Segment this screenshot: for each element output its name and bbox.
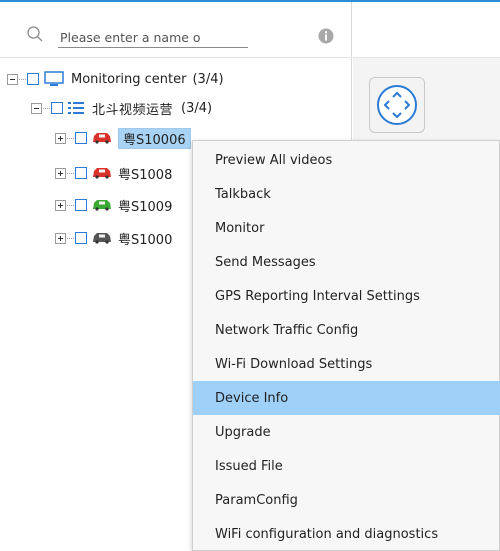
tree-node-root[interactable]: Monitoring center (3/4) xyxy=(7,68,224,90)
tree-connector xyxy=(67,172,74,174)
menu-item-upgrade[interactable]: Upgrade xyxy=(193,415,500,449)
menu-item-send-messages[interactable]: Send Messages xyxy=(193,245,500,279)
search-icon[interactable] xyxy=(27,26,43,42)
menu-item-issued-file[interactable]: Issued File xyxy=(193,449,500,483)
root-label: Monitoring center xyxy=(71,71,187,87)
vehicle-checkbox[interactable] xyxy=(75,132,87,144)
vehicle-checkbox[interactable] xyxy=(75,167,87,179)
group-checkbox[interactable] xyxy=(51,102,63,114)
vehicle-label[interactable]: 粤S1009 xyxy=(118,196,172,215)
tree-node-group[interactable]: 北斗视频运营 (3/4) xyxy=(31,97,212,119)
ptz-direction-icon xyxy=(377,85,417,125)
expand-toggle[interactable] xyxy=(55,199,66,211)
car-icon xyxy=(93,168,111,179)
menu-item-gps-interval[interactable]: GPS Reporting Interval Settings xyxy=(193,279,500,313)
tree-connector xyxy=(43,107,50,109)
tree-connector xyxy=(67,237,74,239)
root-checkbox[interactable] xyxy=(27,73,39,85)
menu-item-monitor[interactable]: Monitor xyxy=(193,211,500,245)
monitor-icon xyxy=(44,71,64,86)
menu-item-preview-all-videos[interactable]: Preview All videos xyxy=(193,143,500,177)
vehicle-label[interactable]: 粤S1000 xyxy=(118,229,172,248)
list-icon xyxy=(68,102,84,114)
tree-connector xyxy=(67,204,74,206)
search-input[interactable] xyxy=(58,28,248,48)
expand-toggle[interactable] xyxy=(55,132,66,144)
video-area-header xyxy=(353,2,500,58)
tree-connector xyxy=(67,137,74,139)
ptz-control-button[interactable] xyxy=(369,77,425,133)
menu-item-param-config[interactable]: ParamConfig xyxy=(193,483,500,517)
tree-node-vehicle[interactable]: 粤S1008 xyxy=(55,162,172,184)
search-bar xyxy=(0,2,352,58)
menu-item-network-traffic[interactable]: Network Traffic Config xyxy=(193,313,500,347)
menu-item-device-info[interactable]: Device Info xyxy=(193,381,500,415)
expand-toggle[interactable] xyxy=(55,232,66,244)
vehicle-label[interactable]: 粤S1008 xyxy=(118,164,172,183)
car-icon xyxy=(93,200,111,211)
context-menu: Preview All videos Talkback Monitor Send… xyxy=(192,140,500,551)
tree-node-vehicle[interactable]: 粤S1000 xyxy=(55,227,172,249)
vehicle-label[interactable]: 粤S10006 xyxy=(118,127,191,149)
collapse-toggle[interactable] xyxy=(31,102,42,114)
vehicle-checkbox[interactable] xyxy=(75,199,87,211)
tree-node-vehicle[interactable]: 粤S10006 xyxy=(55,127,191,149)
group-label: 北斗视频运营 xyxy=(92,102,174,118)
tree-node-vehicle[interactable]: 粤S1009 xyxy=(55,194,172,216)
expand-toggle[interactable] xyxy=(55,167,66,179)
tree-connector xyxy=(19,78,26,80)
vehicle-checkbox[interactable] xyxy=(75,232,87,244)
menu-item-talkback[interactable]: Talkback xyxy=(193,177,500,211)
menu-item-wifi-diagnostics[interactable]: WiFi configuration and diagnostics xyxy=(193,517,500,551)
menu-item-wifi-download[interactable]: Wi-Fi Download Settings xyxy=(193,347,500,381)
car-icon xyxy=(93,233,111,244)
collapse-toggle[interactable] xyxy=(7,73,18,85)
group-count: (3/4) xyxy=(181,100,213,116)
root-count: (3/4) xyxy=(192,71,224,87)
info-icon[interactable] xyxy=(318,28,334,44)
car-icon xyxy=(93,133,111,144)
